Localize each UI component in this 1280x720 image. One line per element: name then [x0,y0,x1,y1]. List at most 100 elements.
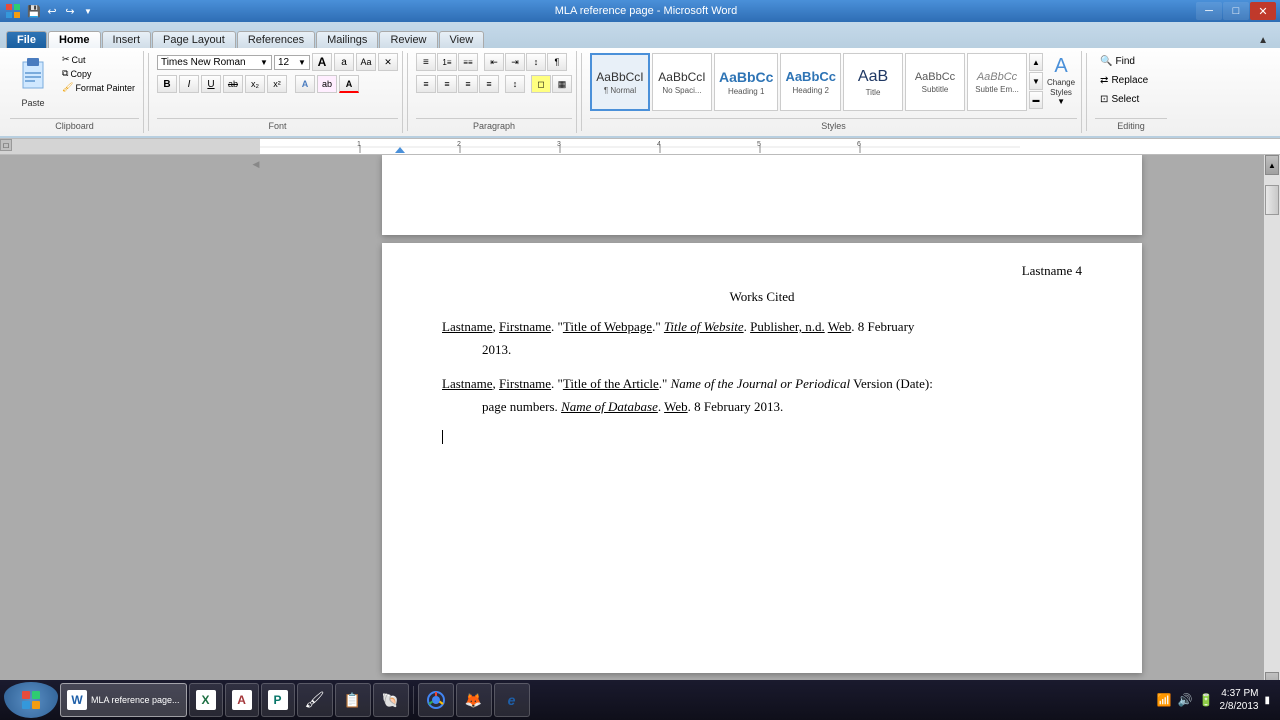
superscript-button[interactable]: x² [267,75,287,93]
text-effects-button[interactable]: A [295,75,315,93]
redo-button[interactable]: ↪ [62,3,78,19]
style-normal[interactable]: AaBbCcI ¶ Normal [590,53,650,111]
change-styles-arrow: ▼ [1057,97,1065,106]
ruler: □ 1 2 3 4 5 6 [0,139,1280,155]
replace-button[interactable]: ⇄ Replace [1095,72,1153,89]
network-icon: 📶 [1157,693,1172,707]
shading-button[interactable]: ◻ [531,75,551,93]
align-right-button[interactable]: ≡ [458,75,478,93]
vertical-scrollbar[interactable]: ▲ ▼ [1264,155,1280,692]
style-heading1[interactable]: AaBbCc Heading 1 [714,53,778,111]
taskbar-app-publisher[interactable]: P [261,683,295,717]
scroll-up-button[interactable]: ▲ [1265,155,1279,175]
line-spacing-button[interactable]: ↕ [505,75,525,93]
subscript-button[interactable]: x₂ [245,75,265,93]
tab-review[interactable]: Review [379,31,437,48]
format-painter-button[interactable]: 🖌 Format Painter [58,81,139,94]
decrease-indent-button[interactable]: ⇤ [484,53,504,71]
find-button[interactable]: 🔍 Find [1095,53,1140,70]
italic-button[interactable]: I [179,75,199,93]
underline-button[interactable]: U [201,75,221,93]
select-button[interactable]: ⊡ Select [1095,91,1144,108]
shrink-font-button[interactable]: a [334,53,354,71]
ie-icon: e [501,689,523,711]
bullets-button[interactable]: ≡ [416,53,436,71]
tab-references[interactable]: References [237,31,315,48]
paste-button[interactable]: Paste [10,53,56,111]
tab-view[interactable]: View [439,31,485,48]
borders-button[interactable]: ▦ [552,75,572,93]
system-tray: 📶 🔊 🔋 4:37 PM 2/8/2013 ▮ [1157,687,1276,713]
taskbar-app-firefox[interactable]: 🦊 [456,683,492,717]
start-button[interactable] [4,682,58,718]
taskbar-app-chrome[interactable] [418,683,454,717]
title-webpage: Title of Webpage [563,319,652,334]
save-button[interactable]: 💾 [26,3,42,19]
scrollbar-thumb[interactable] [1265,185,1279,215]
strikethrough-button[interactable]: ab [223,75,243,93]
tab-page-layout[interactable]: Page Layout [152,31,236,48]
clear-formatting-button[interactable]: ✕ [378,53,398,71]
style-title[interactable]: AaB Title [843,53,903,111]
taskbar-app-ie[interactable]: e [494,683,530,717]
close-button[interactable]: ✕ [1250,2,1276,20]
cursor-position[interactable] [442,429,1082,445]
ruler-corner[interactable]: □ [0,139,12,151]
firefox-icon: 🦊 [463,689,485,711]
taskbar-app-paint[interactable]: 🖌 [297,683,333,717]
numbering-button[interactable]: 1≡ [437,53,457,71]
cut-button[interactable]: ✂ Cut [58,53,139,66]
style-no-spacing[interactable]: AaBbCcI No Spaci... [652,53,712,111]
document-scroll[interactable]: Lastname 4 Works Cited Lastname, Firstna… [260,155,1264,692]
style-heading2[interactable]: AaBbCc Heading 2 [780,53,841,111]
tab-insert[interactable]: Insert [102,31,152,48]
font-color-button[interactable]: A [339,75,359,93]
bold-button[interactable]: B [157,75,177,93]
style-subtle-emphasis[interactable]: AaBbCc Subtle Em... [967,53,1027,111]
taskbar-app-excel[interactable]: X [189,683,223,717]
taskbar-app-task[interactable]: 📋 [335,683,371,717]
web-1: Web [828,319,852,334]
font-size-dropdown[interactable]: 12 ▼ [274,55,310,70]
grow-font-button[interactable]: A [312,53,332,71]
shell-icon: 🐚 [380,689,402,711]
sort-button[interactable]: ↕ [526,53,546,71]
change-case-button[interactable]: Aa [356,53,376,71]
change-styles-button[interactable]: A ChangeStyles ▼ [1045,53,1077,108]
maximize-button[interactable]: □ [1223,2,1249,20]
style-normal-preview: AaBbCcI [596,70,643,84]
svg-text:1: 1 [357,141,361,148]
font-name-dropdown[interactable]: Times New Roman ▼ [157,55,272,70]
taskbar-app-word[interactable]: W MLA reference page... [60,683,187,717]
page-4[interactable]: Lastname 4 Works Cited Lastname, Firstna… [382,243,1142,673]
ribbon-toggle-button[interactable]: ▲ [1252,33,1274,48]
editing-label: Editing [1095,118,1167,131]
minimize-button[interactable]: ─ [1196,2,1222,20]
undo-button[interactable]: ↩ [44,3,60,19]
multilevel-list-button[interactable]: ≡≡ [458,53,478,71]
tab-home[interactable]: Home [48,31,101,48]
justify-button[interactable]: ≡ [479,75,499,93]
taskbar-app-shell[interactable]: 🐚 [373,683,409,717]
align-center-button[interactable]: ≡ [437,75,457,93]
show-desktop-button[interactable]: ▮ [1264,695,1270,706]
copy-button[interactable]: ⧉ Copy [58,67,139,80]
text-highlight-button[interactable]: ab [317,75,337,93]
increase-indent-button[interactable]: ⇥ [505,53,525,71]
paste-label: Paste [21,98,44,108]
align-left-button[interactable]: ≡ [416,75,436,93]
scrollbar-track[interactable]: ▲ ▼ [1264,155,1280,692]
gallery-down-button[interactable]: ▼ [1029,72,1043,90]
left-sidebar: ◀ [0,155,260,692]
show-marks-button[interactable]: ¶ [547,53,567,71]
tab-mailings[interactable]: Mailings [316,31,378,48]
gallery-more-button[interactable]: ▬ [1029,91,1043,109]
tab-file[interactable]: File [6,31,47,48]
taskbar-app-access[interactable]: A [225,683,259,717]
gallery-arrows: ▲ ▼ ▬ [1029,53,1043,109]
style-subtitle[interactable]: AaBbCc Subtitle [905,53,965,111]
gallery-up-button[interactable]: ▲ [1029,53,1043,71]
quick-access-more-button[interactable]: ▼ [80,3,96,19]
title-website: Title of Website [664,319,744,334]
style-title-label: Title [866,88,881,97]
